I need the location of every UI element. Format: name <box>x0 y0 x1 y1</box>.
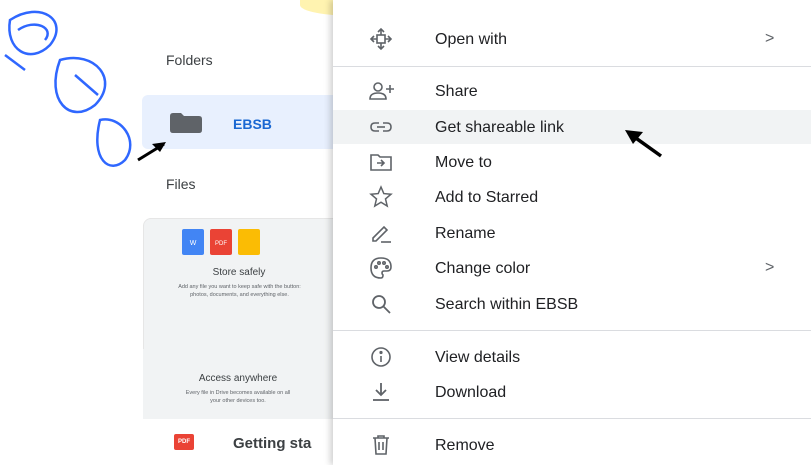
menu-item-open-with[interactable]: Open with > <box>333 22 811 56</box>
add-person-icon <box>369 79 395 103</box>
card-title: Store safely <box>212 267 266 278</box>
star-icon <box>369 185 395 209</box>
pointer-arrow-icon <box>137 142 166 162</box>
folders-heading: Folders <box>166 52 213 68</box>
menu-item-search-within[interactable]: Search within EBSB <box>333 287 811 321</box>
slides-doc-icon <box>238 229 260 255</box>
word-doc-icon: W <box>182 229 204 255</box>
card2-title: Access anywhere <box>198 373 278 384</box>
menu-item-get-shareable-link[interactable]: Get shareable link <box>333 110 811 144</box>
chevron-right-icon: > <box>765 30 775 47</box>
open-with-icon <box>369 27 395 51</box>
menu-divider <box>333 418 811 419</box>
move-to-folder-icon <box>369 150 395 174</box>
folder-name: EBSB <box>233 116 272 132</box>
menu-item-label: Download <box>435 384 507 401</box>
file-name: Getting sta <box>233 435 312 452</box>
doc-icons: W PDF <box>182 227 292 255</box>
search-icon <box>369 292 395 316</box>
download-icon <box>369 380 395 404</box>
card2-description: Every file in Drive becomes available on… <box>185 390 291 404</box>
folder-ebsb[interactable]: EBSB <box>142 95 342 149</box>
menu-item-label: Share <box>435 83 478 100</box>
pointer-arrow-icon <box>625 130 663 158</box>
menu-item-add-to-starred[interactable]: Add to Starred <box>333 180 811 214</box>
card-description: Add any file you want to keep safe with … <box>178 284 301 298</box>
access-anywhere-card: Access anywhere Every file in Drive beco… <box>143 349 333 419</box>
info-icon <box>369 345 395 369</box>
context-menu: Open with > Share Get shareable link Mov… <box>333 0 811 465</box>
menu-divider <box>333 330 811 331</box>
menu-item-label: Add to Starred <box>435 189 539 206</box>
chevron-right-icon: > <box>765 259 775 276</box>
pdf-doc-icon: PDF <box>210 229 232 255</box>
folder-icon <box>170 113 202 133</box>
file-row-getting-started[interactable]: PDF Getting sta <box>142 425 337 463</box>
menu-item-view-details[interactable]: View details <box>333 340 811 374</box>
trash-icon <box>369 433 395 457</box>
menu-item-label: Rename <box>435 225 496 242</box>
menu-item-label: Move to <box>435 154 492 171</box>
menu-divider <box>333 66 811 67</box>
menu-item-share[interactable]: Share <box>333 74 811 108</box>
watermark-logo <box>4 10 132 167</box>
menu-item-download[interactable]: Download <box>333 375 811 409</box>
menu-item-label: View details <box>435 349 521 366</box>
menu-item-label: Remove <box>435 437 495 454</box>
palette-icon <box>369 256 395 280</box>
menu-item-rename[interactable]: Rename <box>333 216 811 250</box>
menu-item-label: Change color <box>435 260 531 277</box>
menu-item-label: Search within EBSB <box>435 296 579 313</box>
store-safely-card: W PDF Store safely Add any file you want… <box>143 218 335 352</box>
files-heading: Files <box>166 176 196 192</box>
menu-item-remove[interactable]: Remove <box>333 428 811 462</box>
pencil-icon <box>369 221 395 245</box>
menu-item-label: Open with <box>435 31 508 48</box>
menu-item-label: Get shareable link <box>435 119 564 136</box>
link-icon <box>369 115 395 139</box>
menu-item-move-to[interactable]: Move to <box>333 145 811 179</box>
menu-item-change-color[interactable]: Change color > <box>333 251 811 285</box>
pdf-badge-icon: PDF <box>174 434 194 450</box>
